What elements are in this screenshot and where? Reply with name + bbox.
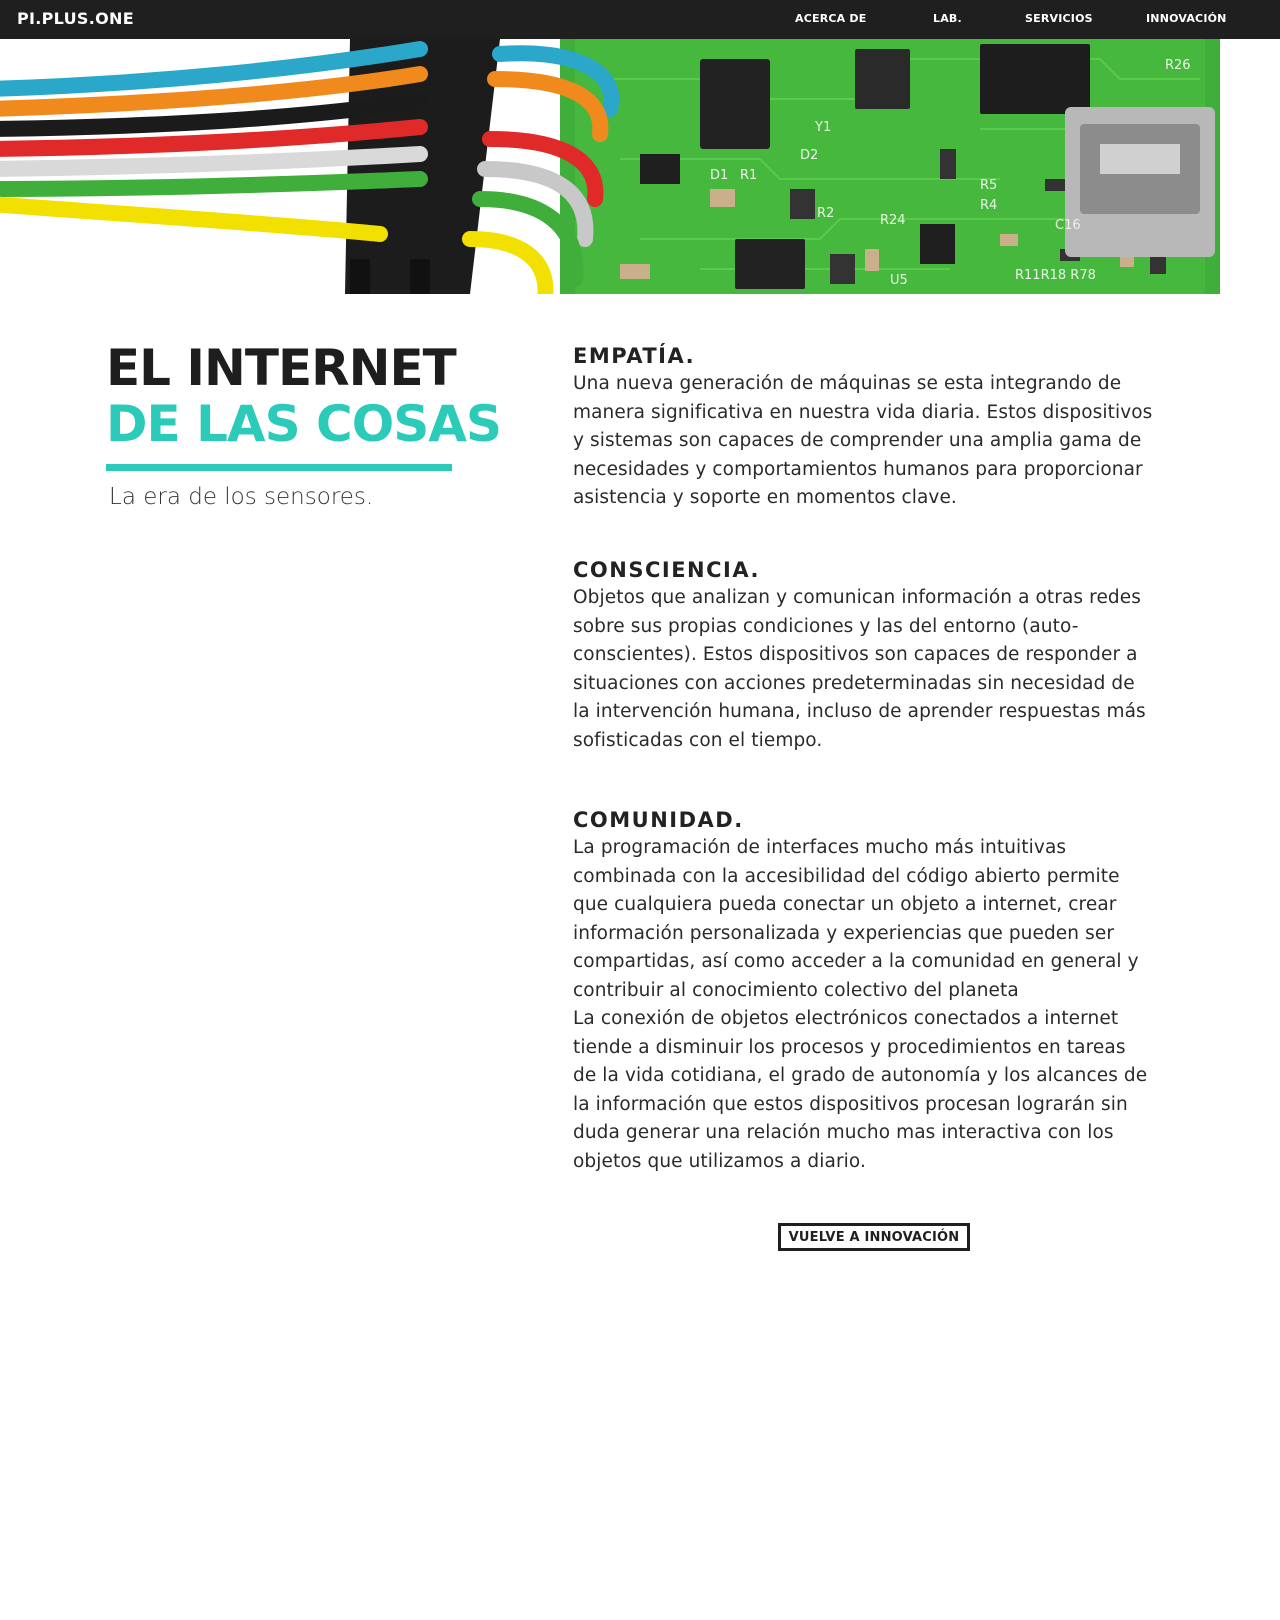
svg-text:C16: C16 [1055, 218, 1081, 233]
section-text-2: La conexión de objetos electrónicos cone… [573, 1008, 1148, 1172]
brand-logo[interactable]: PI.PLUS.ONE [17, 9, 134, 28]
section-heading: EMPATÍA. [573, 344, 696, 368]
section-consciencia: CONSCIENCIA. Objetos que analizan y comu… [573, 556, 1153, 755]
nav-link-servicios[interactable]: SERVICIOS [1025, 12, 1093, 25]
title-underline [106, 464, 452, 471]
section-text: La programación de interfaces mucho más … [573, 837, 1139, 1001]
title-line-2: DE LAS COSAS [106, 395, 502, 453]
svg-text:D1: D1 [710, 168, 728, 183]
section-text: Objetos que analizan y comunican informa… [573, 587, 1146, 751]
section-heading: CONSCIENCIA. [573, 558, 760, 582]
section-text: Una nueva generación de máquinas se esta… [573, 373, 1153, 508]
page-title: EL INTERNET DE LAS COSAS [106, 339, 502, 453]
svg-text:U5: U5 [890, 273, 908, 288]
section-empatia: EMPATÍA. Una nueva generación de máquina… [573, 342, 1153, 513]
svg-text:R2: R2 [817, 206, 834, 221]
svg-text:R11R18 R78: R11R18 R78 [1015, 268, 1096, 283]
nav-link-innovacion[interactable]: INNOVACIÓN [1146, 12, 1227, 25]
svg-text:R24: R24 [880, 213, 906, 228]
svg-text:Y1: Y1 [814, 120, 831, 135]
nav-link-acerca-de[interactable]: ACERCA DE [795, 12, 866, 25]
top-navbar: PI.PLUS.ONE ACERCA DE LAB. SERVICIOS INN… [0, 0, 1280, 39]
svg-text:R1: R1 [740, 168, 757, 183]
svg-text:D2: D2 [800, 148, 818, 163]
title-line-1: EL INTERNET [106, 339, 457, 397]
section-comunidad: COMUNIDAD. La programación de interfaces… [573, 806, 1153, 1176]
hero-image: R2 D1 R1 D2 R24 R5 R4 R11R18 R78 C16 U5 … [0, 39, 1280, 294]
svg-text:R4: R4 [980, 198, 997, 213]
nav-link-lab[interactable]: LAB. [933, 12, 962, 25]
page-subtitle: La era de los sensores. [109, 484, 374, 510]
back-to-innovation-button[interactable]: VUELVE A INNOVACIÓN [778, 1223, 970, 1251]
section-heading: COMUNIDAD. [573, 808, 744, 832]
svg-text:R5: R5 [980, 178, 997, 193]
svg-text:R26: R26 [1165, 58, 1191, 73]
circuit-board-image: R2 D1 R1 D2 R24 R5 R4 R11R18 R78 C16 U5 … [0, 39, 1220, 294]
